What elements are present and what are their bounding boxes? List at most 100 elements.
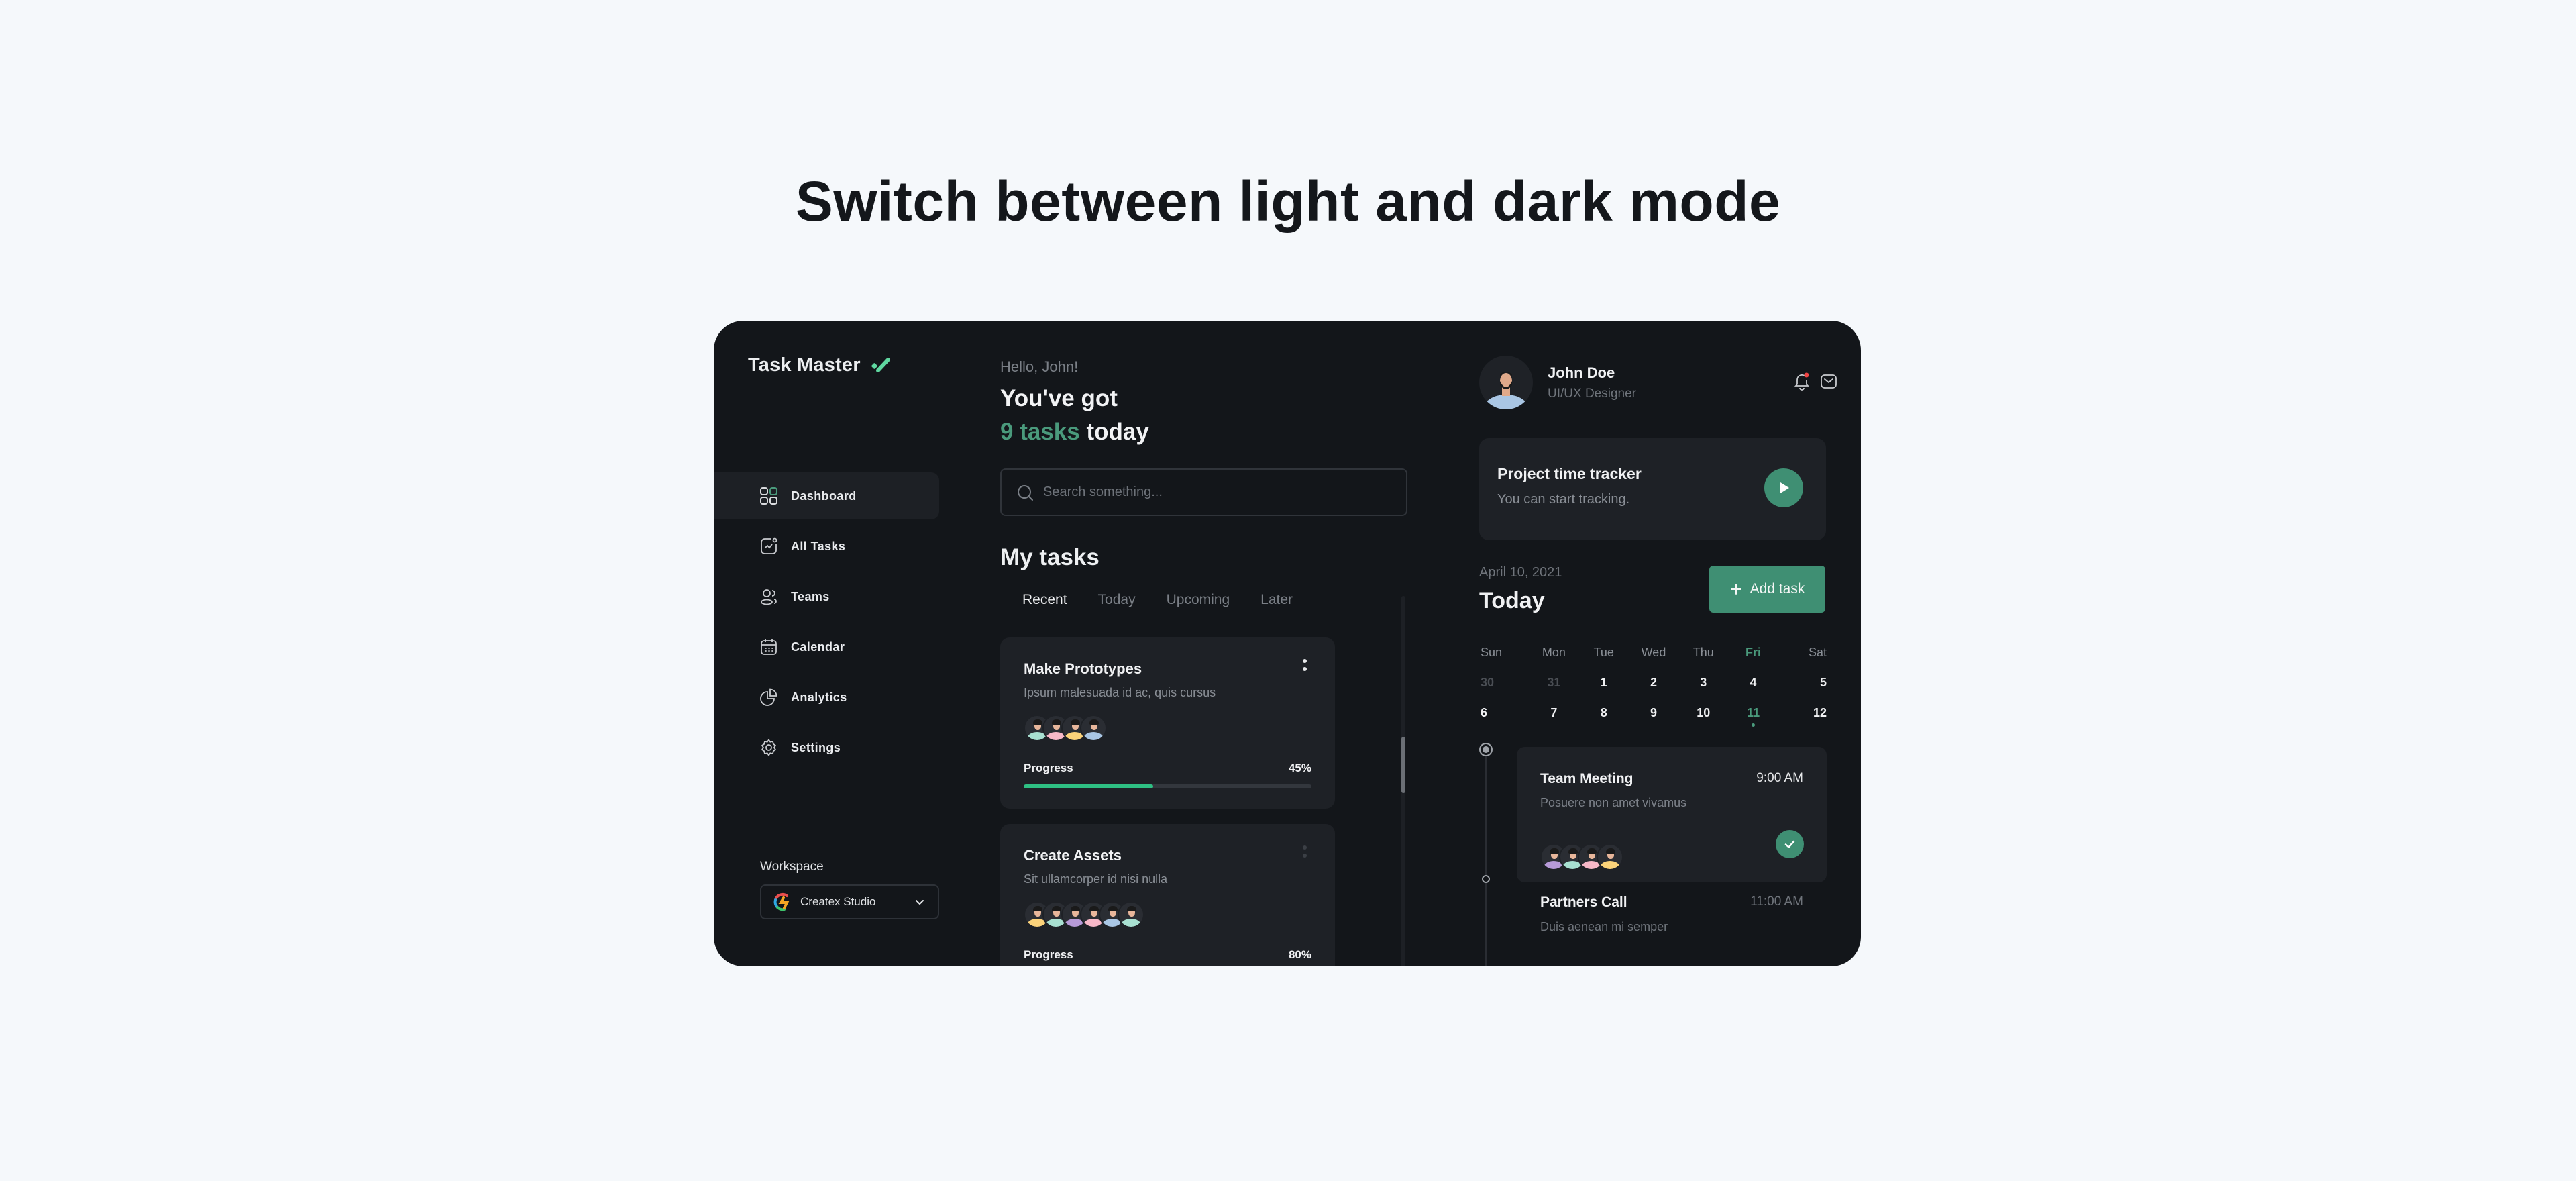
- more-options-icon[interactable]: [1300, 656, 1309, 676]
- task-card[interactable]: Create Assets Sit ullamcorper id nisi nu…: [1000, 824, 1335, 966]
- weekday-label: Fri: [1746, 646, 1762, 659]
- weekday-label: Sun: [1481, 646, 1503, 659]
- search-input[interactable]: [1043, 484, 1379, 500]
- task-description: Sit ullamcorper id nisi nulla: [1024, 872, 1168, 886]
- avatar: [1597, 843, 1623, 870]
- calendar-day[interactable]: 10: [1678, 706, 1728, 720]
- time-tracker-card: Project time tracker You can start track…: [1479, 438, 1826, 540]
- calendar-week: 6 7 8 9 10 11 12: [1479, 698, 1828, 728]
- calendar-day-selected[interactable]: 11: [1728, 706, 1778, 727]
- search-box: [1000, 468, 1407, 516]
- event-card[interactable]: Team Meeting 9:00 AM Posuere non amet vi…: [1517, 747, 1827, 882]
- calendar-day[interactable]: 4: [1728, 676, 1778, 690]
- app-name: Task Master: [748, 354, 861, 376]
- calendar-day[interactable]: 8: [1579, 706, 1629, 720]
- checkmark-logo-icon: [871, 357, 890, 372]
- calendar-day[interactable]: 7: [1529, 706, 1578, 720]
- calendar-day[interactable]: 5: [1778, 676, 1828, 690]
- summary-line-2: 9 tasks today: [1000, 419, 1149, 446]
- event-completed-button[interactable]: [1776, 830, 1804, 858]
- sidebar-item-analytics[interactable]: Analytics: [714, 674, 939, 721]
- event-title: Partners Call: [1540, 894, 1627, 910]
- calendar-day[interactable]: 3: [1678, 676, 1728, 690]
- progress-row: Progress 45%: [1024, 762, 1311, 775]
- avatar: [1118, 901, 1144, 928]
- chevron-down-icon: [916, 900, 924, 905]
- calendar-day[interactable]: 12: [1778, 706, 1828, 720]
- tracker-title: Project time tracker: [1497, 465, 1642, 482]
- app-window: Task Master Dashboard All Tasks Teams Ca…: [714, 321, 1861, 966]
- user-role: UI/UX Designer: [1548, 387, 1636, 401]
- current-date: April 10, 2021: [1479, 565, 1562, 580]
- sidebar-item-label: Dashboard: [791, 489, 857, 503]
- event-time: 9:00 AM: [1756, 771, 1803, 785]
- page-headline: Switch between light and dark mode: [795, 170, 1781, 233]
- calendar-day[interactable]: 31: [1529, 676, 1578, 690]
- createx-logo-icon: [773, 892, 790, 911]
- add-task-button[interactable]: Add task: [1709, 566, 1825, 613]
- weekday-label: Mon: [1542, 646, 1566, 659]
- app-logo[interactable]: Task Master: [748, 354, 893, 376]
- add-task-label: Add task: [1750, 581, 1805, 597]
- task-title: Make Prototypes: [1024, 660, 1142, 677]
- task-card[interactable]: Make Prototypes Ipsum malesuada id ac, q…: [1000, 637, 1335, 809]
- calendar-icon: [761, 639, 777, 655]
- schedule-title: Today: [1479, 588, 1545, 613]
- plus-icon: [1730, 584, 1741, 595]
- avatar[interactable]: [1479, 356, 1533, 409]
- start-tracking-button[interactable]: [1764, 468, 1803, 507]
- workspace-label: Workspace: [760, 860, 824, 874]
- progress-label: Progress: [1024, 762, 1073, 774]
- weekday-label: Thu: [1693, 646, 1714, 659]
- weekday-label: Wed: [1641, 646, 1666, 659]
- calendar-day[interactable]: 1: [1579, 676, 1629, 690]
- task-tabs: Recent Today Upcoming Later: [1022, 592, 1324, 608]
- calendar-day[interactable]: 30: [1479, 676, 1529, 690]
- user-name: John Doe: [1548, 364, 1615, 381]
- sidebar-item-label: Analytics: [791, 690, 847, 704]
- workspace-select[interactable]: Createx Studio: [760, 884, 939, 919]
- sidebar-item-dashboard[interactable]: Dashboard: [714, 472, 939, 519]
- sidebar-item-label: Settings: [791, 740, 841, 754]
- check-icon: [1784, 840, 1795, 848]
- user-avatar-icon: [1483, 372, 1529, 409]
- progress-bar: [1024, 784, 1311, 788]
- search-icon: [1018, 484, 1033, 501]
- calendar-day[interactable]: 9: [1629, 706, 1678, 720]
- task-count: 9 tasks: [1000, 419, 1080, 445]
- assignee-avatars: [1024, 901, 1311, 928]
- tasks-column: Hello, John! You've got 9 tasks today My…: [1000, 321, 1430, 966]
- calendar-days: 30 31 1 2 3 4 5 6 7 8 9 10 11 12: [1479, 668, 1828, 728]
- sidebar-item-calendar[interactable]: Calendar: [714, 623, 939, 670]
- tab-upcoming[interactable]: Upcoming: [1167, 592, 1230, 608]
- sidebar-item-label: All Tasks: [791, 539, 846, 553]
- mail-icon[interactable]: [1819, 371, 1839, 391]
- scrollbar-thumb[interactable]: [1401, 737, 1405, 793]
- tracker-subtitle: You can start tracking.: [1497, 492, 1630, 507]
- task-description: Ipsum malesuada id ac, quis cursus: [1024, 686, 1216, 699]
- summary-line-1: You've got: [1000, 385, 1118, 411]
- timeline-marker-active: [1479, 743, 1493, 756]
- sidebar-item-all-tasks[interactable]: All Tasks: [714, 523, 939, 570]
- calendar-day[interactable]: 6: [1479, 706, 1529, 720]
- summary-suffix: today: [1086, 419, 1149, 445]
- progress-row: Progress 80%: [1024, 948, 1311, 962]
- calendar-day[interactable]: 2: [1629, 676, 1678, 690]
- section-title: My tasks: [1000, 544, 1099, 570]
- greeting: Hello, John!: [1000, 358, 1079, 375]
- assignee-avatars: [1024, 715, 1311, 741]
- week-calendar: Sun Mon Tue Wed Thu Fri Sat 30 31 1 2 3 4 5 6 7 8 9 10 11 1…: [1479, 637, 1828, 728]
- tab-recent[interactable]: Recent: [1022, 592, 1067, 608]
- teams-icon: [761, 589, 777, 605]
- weekday-label: Sat: [1808, 646, 1827, 659]
- tab-today[interactable]: Today: [1098, 592, 1136, 608]
- tab-later[interactable]: Later: [1260, 592, 1293, 608]
- sidebar-item-settings[interactable]: Settings: [714, 724, 939, 771]
- timeline-line: [1485, 750, 1487, 966]
- tasks-scrollbar[interactable]: [1401, 596, 1405, 966]
- more-options-icon[interactable]: [1300, 843, 1309, 863]
- notification-bell-icon[interactable]: [1792, 371, 1812, 391]
- event-title: Team Meeting: [1540, 771, 1633, 786]
- event-description: Posuere non amet vivamus: [1540, 796, 1687, 809]
- sidebar-item-teams[interactable]: Teams: [714, 573, 939, 620]
